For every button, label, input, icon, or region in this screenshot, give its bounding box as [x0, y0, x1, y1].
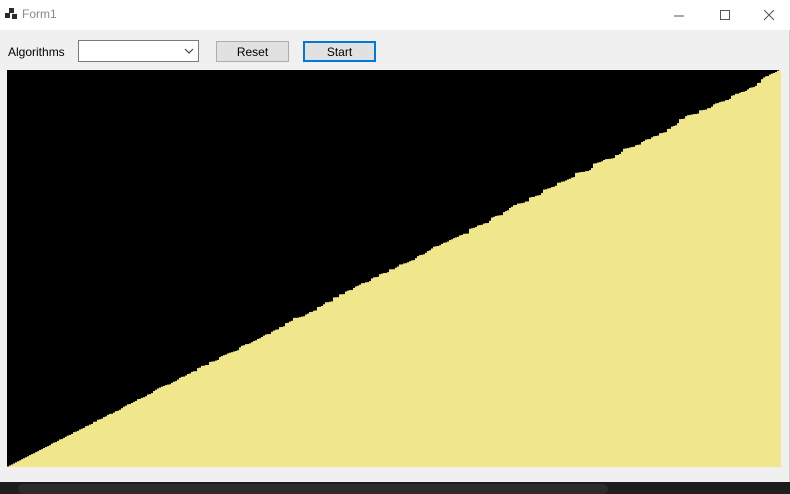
minimize-button[interactable]: [656, 0, 702, 30]
maximize-icon: [719, 9, 730, 20]
title-bar[interactable]: Form1: [0, 0, 790, 30]
close-icon: [763, 9, 774, 20]
algorithm-select[interactable]: [78, 40, 199, 62]
sort-visualization-canvas: [7, 70, 782, 468]
start-button[interactable]: Start: [303, 41, 376, 62]
window-title: Form1: [22, 7, 57, 21]
reset-button[interactable]: Reset: [216, 41, 289, 62]
app-window: Form1 Algorithms Reset Start: [0, 0, 790, 482]
taskbar-app-strip: [18, 484, 608, 494]
algorithms-label: Algorithms: [8, 45, 65, 59]
app-icon: [5, 8, 17, 19]
chevron-down-icon: [184, 48, 194, 54]
bar: [779, 70, 782, 467]
bars-chart: [7, 70, 782, 468]
maximize-button[interactable]: [702, 0, 748, 30]
minimize-icon: [673, 15, 684, 16]
close-button[interactable]: [746, 0, 790, 30]
